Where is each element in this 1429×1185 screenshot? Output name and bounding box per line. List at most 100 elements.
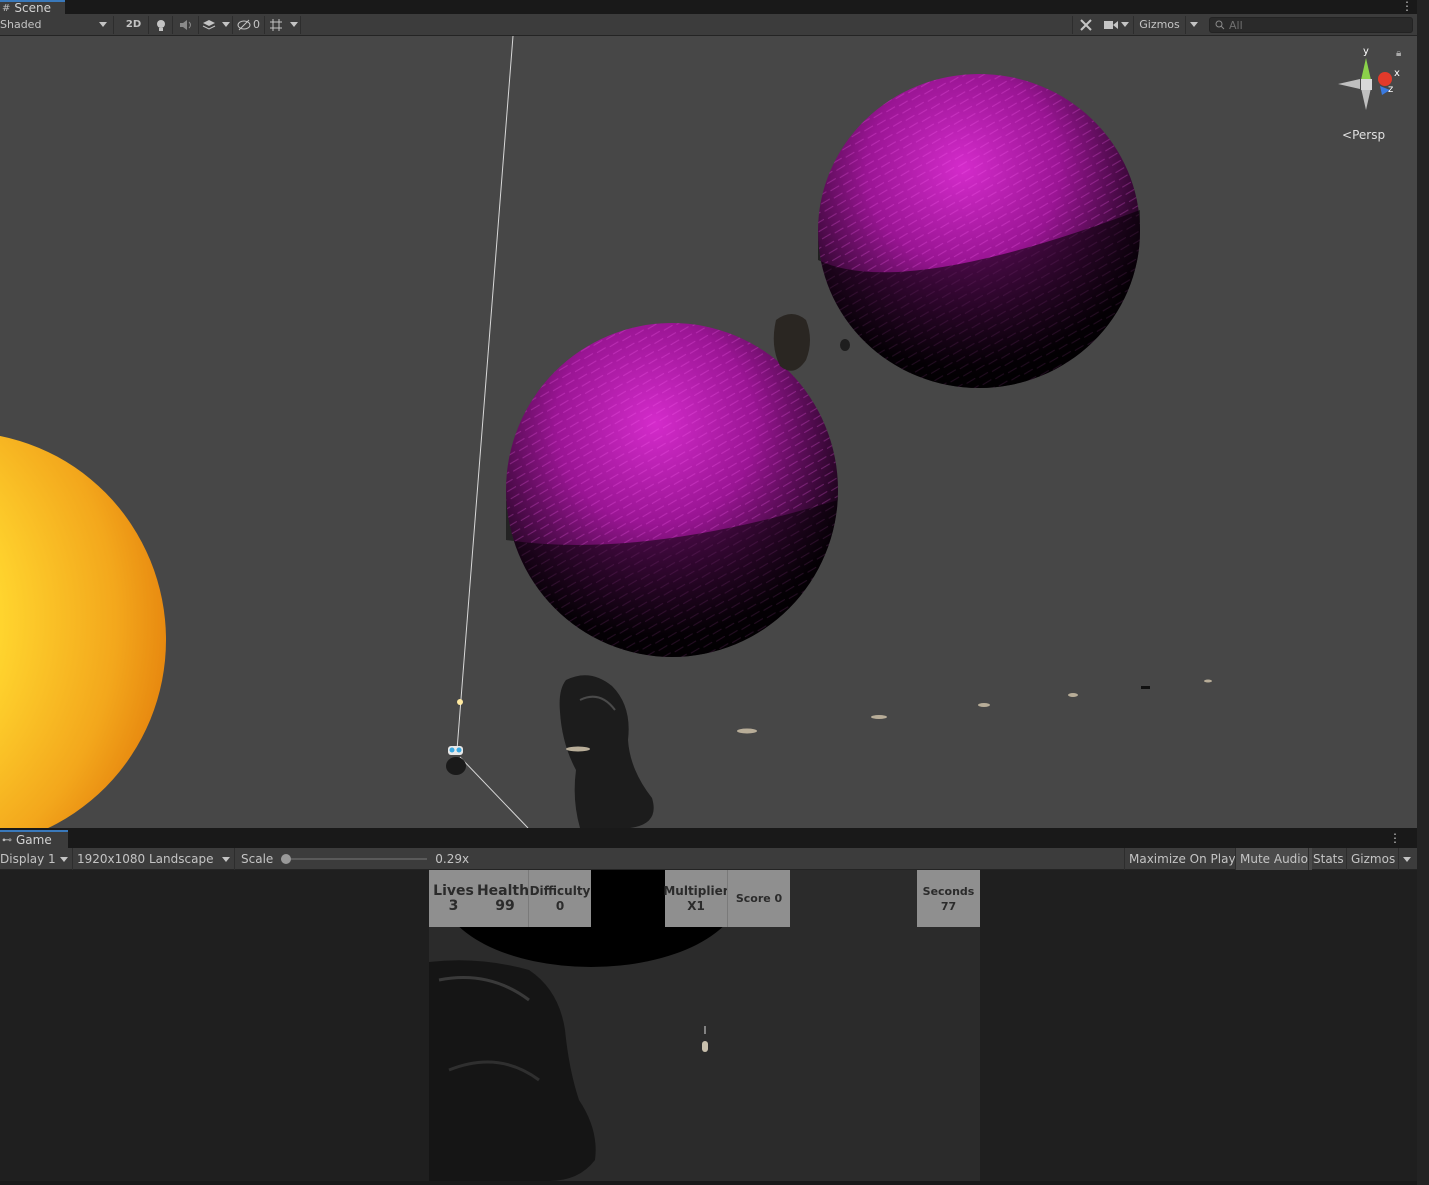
stats-button[interactable]: Stats — [1308, 848, 1348, 870]
difficulty-value: 0 — [555, 898, 565, 913]
game-gizmos-label: Gizmos — [1351, 852, 1396, 866]
search-placeholder: All — [1229, 18, 1243, 32]
camera-line — [456, 36, 514, 751]
maximize-on-play-label: Maximize On Play — [1129, 852, 1236, 866]
grid-icon — [270, 18, 282, 31]
shading-mode-dropdown[interactable]: Shaded — [0, 15, 114, 34]
gamepad-icon: ⊷ — [2, 834, 12, 846]
hud-health: Health 99 — [476, 870, 530, 927]
eye-slash-icon — [237, 19, 251, 30]
scale-slider[interactable] — [281, 853, 428, 865]
tab-game[interactable]: ⊷ Game — [0, 830, 68, 848]
toggle-2d-button[interactable]: 2D — [119, 15, 149, 34]
chevron-down-icon — [99, 22, 107, 27]
scene-toolbar: Shaded 2D 0 Gizmos All — [0, 14, 1429, 36]
scale-label: Scale — [241, 852, 274, 866]
tools-button[interactable] — [1072, 15, 1098, 34]
lives-label: Lives — [433, 882, 474, 899]
scene-search-input[interactable]: All — [1209, 17, 1413, 33]
scene-viewport[interactable]: y x z <Persp 🔒︎ — [0, 36, 1417, 828]
hud-difficulty: Difficulty 0 — [528, 870, 591, 927]
scale-value: 0.29x — [435, 852, 470, 866]
scene-render — [0, 36, 1212, 828]
effects-toggle-button[interactable] — [199, 16, 219, 34]
camera-line-lower — [459, 756, 529, 828]
scene-grid-icon: # — [2, 2, 11, 14]
maximize-on-play-button[interactable]: Maximize On Play — [1124, 848, 1240, 870]
axis-x-label: x — [1394, 68, 1400, 79]
projectiles — [566, 679, 1212, 752]
hud-multiplier: Multiplier X1 — [663, 870, 729, 927]
gizmos-label: Gizmos — [1139, 18, 1180, 31]
game-tab-bar: ⊷ Game ⋮ — [0, 830, 1417, 848]
projection-toggle[interactable]: <Persp — [1342, 128, 1385, 142]
stats-label: Stats — [1313, 852, 1344, 866]
chevron-down-icon — [60, 856, 68, 862]
display-label: Display 1 — [0, 852, 56, 866]
layers-icon — [202, 19, 216, 30]
score-text: Score 0 — [735, 892, 783, 905]
light-gizmo-icon[interactable] — [457, 699, 463, 705]
scene-tab-bar: # Scene ⋮ — [0, 0, 1429, 15]
sun-sphere[interactable] — [0, 432, 166, 828]
game-toolbar: Display 1 1920x1080 Landscape Scale 0.29… — [0, 848, 1417, 870]
game-asteroid — [429, 960, 596, 1181]
planet-lower[interactable] — [506, 323, 838, 657]
resolution-dropdown[interactable]: 1920x1080 Landscape — [72, 848, 234, 870]
toggle-2d-label: 2D — [125, 19, 142, 30]
projection-label: Persp — [1352, 128, 1386, 142]
tab-scene[interactable]: # Scene — [0, 0, 65, 15]
multiplier-value: X1 — [687, 898, 705, 913]
gizmos-dropdown[interactable] — [1185, 15, 1201, 34]
chevron-down-icon — [222, 856, 230, 862]
health-label: Health — [476, 882, 530, 899]
lock-icon[interactable]: 🔒︎ — [1396, 48, 1401, 59]
game-player-ship — [702, 1026, 708, 1052]
chevron-down-icon — [1403, 856, 1411, 862]
asteroid-small[interactable] — [773, 314, 810, 371]
planet-upper[interactable] — [818, 74, 1140, 388]
hud-score: Score 0 — [727, 870, 790, 927]
mute-audio-button[interactable]: Mute Audio — [1235, 848, 1312, 870]
lightbulb-icon — [156, 19, 165, 31]
asteroid-large[interactable] — [559, 675, 654, 828]
gizmos-button[interactable]: Gizmos — [1133, 15, 1185, 34]
axis-y-label: y — [1363, 46, 1369, 57]
game-gizmos-button[interactable]: Gizmos — [1346, 848, 1399, 870]
audio-toggle-button[interactable] — [173, 15, 199, 34]
player-ship[interactable] — [446, 746, 466, 775]
asteroid-tiny[interactable] — [840, 339, 850, 351]
lives-value: 3 — [448, 897, 459, 914]
mute-audio-label: Mute Audio — [1240, 852, 1308, 866]
lighting-toggle-button[interactable] — [149, 15, 173, 34]
grid-toggle-button[interactable] — [265, 16, 287, 34]
hidden-count: 0 — [253, 18, 260, 31]
hud-seconds: Seconds 77 — [917, 870, 980, 927]
game-options-icon[interactable]: ⋮ — [1389, 832, 1401, 844]
multiplier-label: Multiplier — [663, 883, 729, 898]
hidden-objects-toggle[interactable]: 0 — [233, 15, 265, 34]
grid-dropdown[interactable] — [287, 15, 301, 34]
scene-options-icon[interactable]: ⋮ — [1401, 0, 1413, 12]
resolution-label: 1920x1080 Landscape — [77, 852, 214, 866]
effects-dropdown[interactable] — [219, 15, 233, 34]
chevron-down-icon — [289, 22, 298, 27]
scale-slider-thumb[interactable] — [281, 854, 292, 864]
game-render[interactable]: Lives 3 Health 99 Difficulty 0 Multiplie… — [429, 870, 980, 1181]
chevron-down-icon — [1120, 22, 1129, 27]
axis-z-label: z — [1388, 84, 1394, 95]
speaker-icon — [179, 19, 191, 30]
scene-tab-label: Scene — [14, 1, 51, 15]
search-icon — [1215, 20, 1225, 30]
seconds-label: Seconds — [922, 884, 975, 898]
display-dropdown[interactable]: Display 1 — [0, 848, 72, 870]
orientation-gizmo[interactable]: y x z <Persp — [1336, 46, 1400, 142]
scale-slider-track — [281, 858, 428, 860]
seconds-value: 77 — [940, 899, 957, 913]
hud-lives: Lives 3 — [429, 870, 478, 927]
game-gizmos-dropdown[interactable] — [1398, 848, 1417, 870]
health-value: 99 — [495, 897, 515, 914]
chevron-down-icon — [221, 22, 230, 27]
camera-icon — [1103, 20, 1118, 29]
camera-settings-dropdown[interactable] — [1100, 16, 1132, 34]
